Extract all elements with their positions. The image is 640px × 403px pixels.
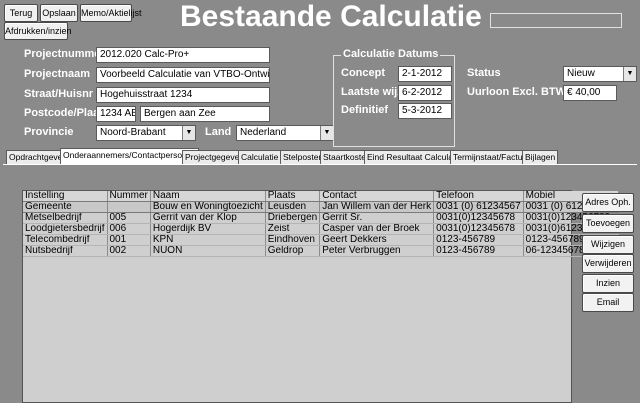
uurloon-label: Uurloon Excl. BTW (467, 86, 566, 98)
laatste-label: Laatste wijz. (341, 86, 406, 98)
tab-bijlagen[interactable]: Bijlagen (522, 150, 559, 164)
table-cell: Driebergen (265, 212, 321, 224)
col-header[interactable]: Contact (319, 191, 435, 202)
table-cell: Metselbedrijf (23, 212, 108, 224)
table-cell: Leusden (265, 201, 321, 213)
provincie-value: Noord-Brabant (100, 127, 166, 138)
view-button[interactable]: Inzien (582, 274, 634, 293)
provincie-select[interactable]: Noord-Brabant ▼ (96, 125, 196, 141)
table-cell: Peter Verbruggen (319, 245, 435, 257)
projectnummer-field[interactable]: 2012.020 Calc-Pro+ (96, 47, 270, 63)
tab-termijnstaat[interactable]: Termijnstaat/Factuur (450, 150, 533, 164)
table-header: Instelling Nummer Naam Plaats Contact Te… (23, 191, 619, 202)
projectnummer-label: Projectnummer (24, 48, 105, 60)
concept-label: Concept (341, 67, 385, 79)
status-box (490, 13, 622, 28)
contacts-table[interactable]: Instelling Nummer Naam Plaats Contact Te… (22, 190, 619, 403)
table-cell: Loodgietersbedrijf (23, 223, 108, 235)
col-header[interactable]: Instelling (23, 191, 108, 202)
back-button[interactable]: Terug (4, 4, 38, 22)
table-cell: 0031(0)12345678 (433, 212, 524, 224)
provincie-label: Provincie (24, 126, 74, 138)
uurloon-field[interactable]: € 40,00 (563, 85, 617, 101)
definitief-field[interactable]: 5-3-2012 (398, 103, 452, 119)
table-cell: Casper van der Broek (319, 223, 435, 235)
col-header[interactable]: Naam (150, 191, 266, 202)
definitief-label: Definitief (341, 104, 389, 116)
status-value: Nieuw (567, 68, 595, 79)
table-cell: 002 (107, 245, 151, 257)
straat-field[interactable]: Hogehuisstraat 1234 (96, 87, 270, 103)
land-label: Land (205, 126, 232, 138)
edit-button[interactable]: Wijzigen (582, 235, 634, 254)
table-row[interactable]: Telecombedrijf 001 KPN Eindhoven Geert D… (23, 234, 619, 246)
table-cell: Geert Dekkers (319, 234, 435, 246)
table-cell: 001 (107, 234, 151, 246)
projectnaam-label: Projectnaam (24, 68, 91, 80)
tab-calculatie[interactable]: Calculatie (238, 150, 282, 164)
straat-label: Straat/Huisnr (24, 88, 94, 100)
tab-opdrachtgever[interactable]: Opdrachtgever (6, 150, 69, 164)
plaats-field[interactable]: Bergen aan Zee (140, 106, 270, 122)
postcode-field[interactable]: 1234 AB (96, 106, 136, 122)
email-button[interactable]: Email (582, 293, 634, 312)
table-row[interactable]: Nutsbedrijf 002 NUON Geldrop Peter Verbr… (23, 245, 619, 257)
table-cell: 0031(0)12345678 (433, 223, 524, 235)
chevron-down-icon[interactable]: ▼ (320, 126, 333, 140)
chevron-down-icon[interactable]: ▼ (623, 67, 636, 81)
table-cell: Jan Willem van der Herk (319, 201, 435, 213)
col-header[interactable]: Plaats (265, 191, 321, 202)
table-cell: KPN (150, 234, 266, 246)
table-cell: Bouw en Woningtoezicht (150, 201, 266, 213)
dates-group-title: Calculatie Datums (341, 48, 441, 60)
table-cell (107, 201, 151, 213)
table-cell: Hogerdijk BV (150, 223, 266, 235)
adres-oph-button[interactable]: Adres Oph. (582, 193, 634, 212)
table-row[interactable]: Metselbedrijf 005 Gerrit van der Klop Dr… (23, 212, 619, 224)
land-select[interactable]: Nederland ▼ (236, 125, 334, 141)
col-header[interactable]: Nummer (107, 191, 151, 202)
table-cell: 006 (107, 223, 151, 235)
table-row[interactable]: Loodgietersbedrijf 006 Hogerdijk BV Zeis… (23, 223, 619, 235)
table-cell: 0123-456789 (433, 245, 524, 257)
status-label: Status (467, 67, 501, 79)
land-value: Nederland (240, 127, 287, 138)
table-cell: Zeist (265, 223, 321, 235)
table-cell: Gerrit van der Klop (150, 212, 266, 224)
chevron-down-icon[interactable]: ▼ (182, 126, 195, 140)
table-cell: 0123-456789 (433, 234, 524, 246)
table-cell: NUON (150, 245, 266, 257)
table-cell: Gemeente (23, 201, 108, 213)
add-button[interactable]: Toevoegen (582, 214, 634, 233)
concept-field[interactable]: 2-1-2012 (398, 66, 452, 82)
save-button[interactable]: Opslaan (40, 4, 78, 22)
table-row[interactable]: Gemeente Bouw en Woningtoezicht Leusden … (23, 201, 619, 213)
memo-button[interactable]: Memo/Aktielijst (80, 4, 142, 22)
table-cell: 005 (107, 212, 151, 224)
table-cell: Geldrop (265, 245, 321, 257)
projectnaam-field[interactable]: Voorbeeld Calculatie van VTBO-Ontwikkeli… (96, 67, 270, 83)
tab-onderaannemers[interactable]: Onderaannemers/Contactpersonen (60, 148, 200, 164)
print-button[interactable]: Afdrukken/inzien (4, 22, 72, 40)
page-title: Bestaande Calculatie (180, 0, 482, 33)
delete-button[interactable]: Verwijderen (582, 254, 634, 273)
table-cell: Telecombedrijf (23, 234, 108, 246)
table-cell: Eindhoven (265, 234, 321, 246)
table-cell: Gerrit Sr. (319, 212, 435, 224)
table-cell: Nutsbedrijf (23, 245, 108, 257)
status-select[interactable]: Nieuw ▼ (563, 66, 637, 82)
laatste-field[interactable]: 6-2-2012 (398, 85, 452, 101)
table-cell: 0031 (0) 61234567 (433, 201, 524, 213)
col-header[interactable]: Telefoon (433, 191, 524, 202)
